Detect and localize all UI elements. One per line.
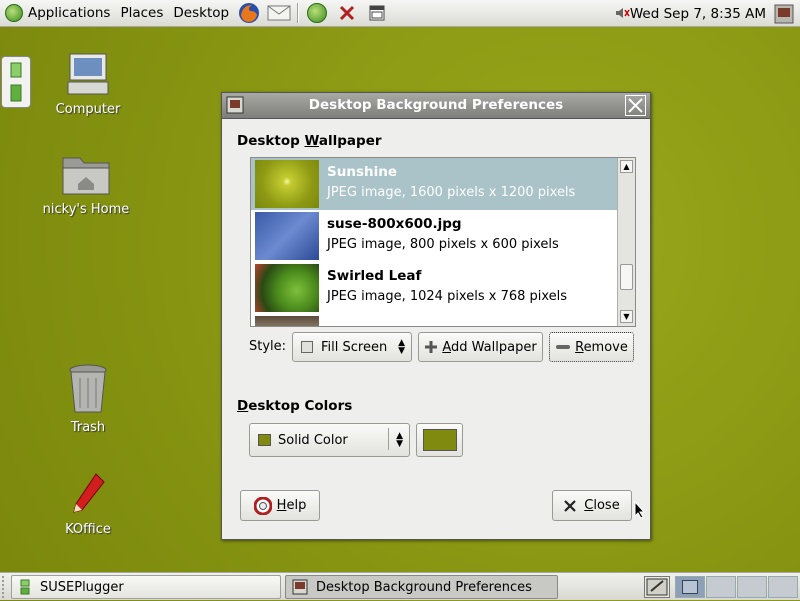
wallpaper-desc: JPEG image, 1024 pixels x 768 pixels — [327, 289, 568, 304]
mouse-cursor-icon — [634, 501, 646, 519]
style-value: Fill Screen — [321, 339, 388, 355]
wallpaper-name: Sunshine — [327, 164, 397, 180]
suse-update-icon — [307, 3, 328, 23]
home-label: nicky's Home — [42, 202, 130, 217]
task-label: Desktop Background Preferences — [316, 579, 532, 595]
wallpaper-name: suse-800x600.jpg — [327, 216, 462, 232]
plug-icon — [10, 62, 22, 102]
wallpaper-thumbnail — [255, 160, 319, 208]
koffice-label: KOffice — [65, 522, 111, 537]
computer-desktop-icon[interactable]: Computer — [33, 50, 143, 117]
home-desktop-icon[interactable]: nicky's Home — [31, 150, 141, 217]
top-panel: Applications Places Desktop Wed Sep 7, 8… — [0, 0, 800, 27]
koffice-desktop-icon[interactable]: KOffice — [33, 470, 143, 537]
tools-launcher[interactable] — [335, 1, 359, 25]
remove-label: Remove — [575, 339, 628, 355]
preferences-app-icon — [292, 579, 308, 595]
wallpaper-thumbnail — [255, 316, 319, 326]
trash-desktop-icon[interactable]: Trash — [33, 362, 143, 435]
plug-icon — [20, 579, 30, 595]
window-icon — [369, 5, 385, 21]
panel-clock[interactable]: Wed Sep 7, 8:35 AM — [630, 0, 766, 27]
workspace-window-icon — [682, 580, 698, 594]
colors-section-label: Desktop Colors — [237, 398, 353, 414]
home-folder-icon — [62, 157, 110, 195]
task-suseplugger[interactable]: SUSEPlugger — [11, 575, 281, 599]
trash-label: Trash — [70, 420, 106, 435]
remove-button[interactable]: Remove — [549, 332, 634, 362]
scroll-down-arrow[interactable]: ▼ — [620, 310, 633, 323]
desktop-menu[interactable]: Desktop — [168, 0, 234, 27]
wallpaper-thumbnail — [255, 264, 319, 312]
preferences-tray-icon[interactable] — [773, 3, 795, 25]
workspace-1[interactable] — [675, 576, 705, 598]
combo-arrows-icon: ▲ ▼ — [398, 338, 405, 356]
combo-separator — [388, 428, 389, 450]
close-label: Close — [584, 498, 620, 513]
color-swatch — [422, 429, 457, 451]
mail-launcher[interactable] — [267, 1, 291, 25]
dialog-titlebar[interactable]: Desktop Background Preferences — [222, 93, 650, 119]
remove-icon — [556, 345, 571, 349]
show-desktop-handle[interactable] — [2, 576, 8, 598]
workspace-2[interactable] — [706, 576, 736, 598]
add-wallpaper-button[interactable]: Add Wallpaper — [418, 332, 543, 362]
suse-launcher[interactable] — [305, 1, 329, 25]
places-menu[interactable]: Places — [115, 0, 168, 27]
combo-arrows-icon: ▲ ▼ — [396, 431, 403, 449]
style-swatch-icon — [301, 341, 313, 353]
notification-icon[interactable] — [644, 576, 670, 598]
close-icon — [628, 98, 643, 113]
color-mode-value: Solid Color — [278, 432, 348, 448]
panel-separator — [297, 3, 300, 23]
wallpaper-list[interactable]: Sunshine JPEG image, 1600 pixels x 1200 … — [250, 157, 636, 327]
applications-menu[interactable]: Applications — [0, 0, 115, 27]
wallpaper-desc: JPEG image, 800 pixels x 600 pixels — [327, 237, 559, 252]
close-icon — [564, 499, 577, 512]
wallpaper-name: Swirled Leaf — [327, 268, 422, 284]
wallpaper-item-sunshine[interactable]: Sunshine JPEG image, 1600 pixels x 1200 … — [251, 158, 617, 210]
help-button[interactable]: Help — [240, 490, 320, 521]
bottom-panel: SUSEPlugger Desktop Background Preferenc… — [0, 572, 800, 600]
koffice-pen-icon — [73, 473, 105, 513]
applications-menu-label: Applications — [28, 5, 111, 21]
suse-gecko-icon — [5, 4, 23, 22]
task-label: SUSEPlugger — [40, 579, 124, 595]
computer-icon — [67, 53, 109, 95]
style-combo[interactable]: Fill Screen ▲ ▼ — [292, 332, 412, 362]
background-preferences-dialog: Desktop Background Preferences Desktop W… — [221, 92, 651, 540]
volume-icon[interactable] — [614, 5, 630, 25]
tools-icon — [340, 5, 355, 21]
suseplugger-applet[interactable] — [1, 56, 31, 108]
wallpaper-item-partial[interactable] — [251, 314, 617, 326]
mail-icon — [267, 5, 291, 21]
help-lifebuoy-icon — [253, 496, 272, 515]
wallpaper-thumbnail — [255, 212, 319, 260]
firefox-launcher[interactable] — [237, 1, 261, 25]
color-mode-combo[interactable]: Solid Color ▲ ▼ — [249, 423, 410, 457]
wallpaper-item-swirled-leaf[interactable]: Swirled Leaf JPEG image, 1024 pixels x 7… — [251, 262, 617, 314]
color-picker-button[interactable] — [416, 423, 463, 457]
wallpaper-desc: JPEG image, 1600 pixels x 1200 pixels — [327, 185, 576, 200]
add-wallpaper-label: Add Wallpaper — [442, 339, 537, 355]
style-label: Style: — [249, 339, 287, 354]
trash-icon — [69, 364, 107, 413]
wallpaper-section-label: Desktop Wallpaper — [237, 133, 382, 149]
close-button[interactable]: Close — [552, 490, 632, 521]
workspace-3[interactable] — [737, 576, 767, 598]
add-icon — [425, 341, 438, 353]
scroll-up-arrow[interactable]: ▲ — [620, 160, 633, 173]
terminal-launcher[interactable] — [365, 1, 389, 25]
close-window-button[interactable] — [625, 95, 646, 116]
color-mode-swatch-icon — [258, 434, 271, 446]
dialog-title: Desktop Background Preferences — [308, 97, 564, 113]
wallpaper-scrollbar[interactable]: ▲ ▼ — [617, 158, 635, 326]
task-background-preferences[interactable]: Desktop Background Preferences — [285, 575, 558, 599]
help-label: Help — [276, 498, 307, 513]
scrollbar-thumb[interactable] — [620, 264, 633, 290]
firefox-icon — [239, 3, 260, 23]
workspace-4[interactable] — [768, 576, 798, 598]
wallpaper-item-suse[interactable]: suse-800x600.jpg JPEG image, 800 pixels … — [251, 210, 617, 262]
computer-label: Computer — [55, 102, 121, 117]
